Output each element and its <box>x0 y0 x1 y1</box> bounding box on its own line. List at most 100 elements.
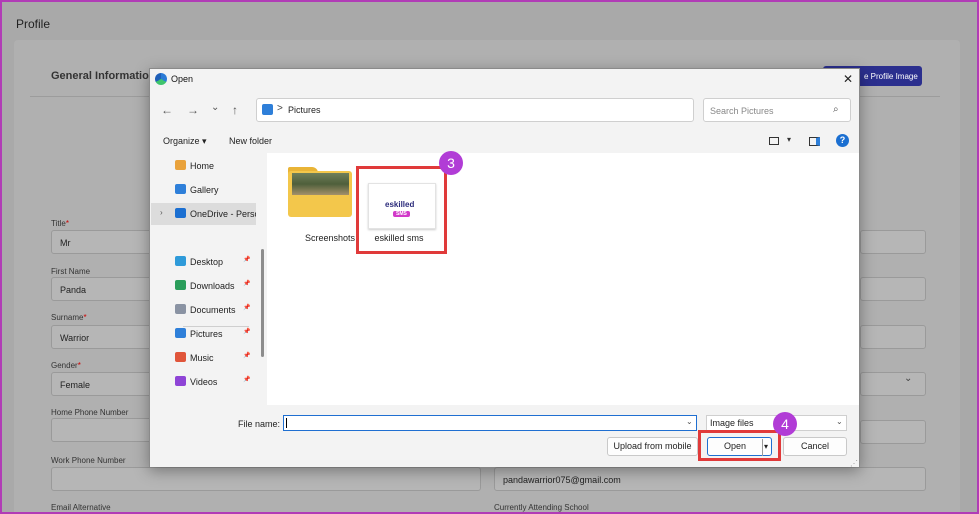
pin-icon: 📌 <box>243 377 251 383</box>
pin-icon: 📌 <box>243 329 251 335</box>
dialog-titlebar: Open ✕ <box>150 69 859 91</box>
edge-browser-icon <box>155 73 167 85</box>
section-title: General Information <box>51 70 156 82</box>
recent-locations-chevron-icon[interactable]: ⌄ <box>211 102 219 113</box>
logo-badge: SMS <box>393 211 410 217</box>
sidebar-item-gallery[interactable]: Gallery <box>151 179 256 201</box>
search-input[interactable]: Search Pictures <box>703 98 851 122</box>
preview-pane-icon[interactable] <box>809 137 820 146</box>
home-phone-label: Home Phone Number <box>51 408 129 417</box>
step-badge: 4 <box>773 412 797 436</box>
chevron-right-icon[interactable]: › <box>160 208 163 217</box>
sidebar-item-desktop[interactable]: Desktop 📌 <box>151 251 256 273</box>
open-label: Open <box>724 441 747 451</box>
first-name-field[interactable]: Panda <box>51 277 161 301</box>
file-name-input[interactable]: ⌄ <box>283 415 697 431</box>
dialog-title: Open <box>171 74 194 84</box>
organize-menu[interactable]: Organize ▾ <box>163 136 207 147</box>
title-field[interactable]: Mr <box>51 230 161 254</box>
navigation-pane: Home Gallery › OneDrive - Perso Desktop 📌 Down… <box>151 153 264 405</box>
logo-text: eskilled <box>385 200 415 209</box>
text-caret <box>286 418 287 428</box>
resize-grip-icon[interactable]: ⋰ <box>850 459 858 468</box>
open-file-dialog: Open ✕ ← → ⌄ ↑ > Pictures ⌄ ↻ Search Pic… <box>149 68 860 468</box>
sidebar-item-label: Documents <box>190 305 236 315</box>
chevron-down-icon[interactable]: ▾ <box>787 135 791 144</box>
sidebar-item-label: Pictures <box>190 329 223 339</box>
sidebar-item-home[interactable]: Home <box>151 155 256 177</box>
sidebar-item-label: Music <box>190 353 214 363</box>
cancel-button[interactable]: Cancel <box>783 437 847 456</box>
home-phone-field[interactable] <box>51 418 161 442</box>
pin-icon: 📌 <box>243 281 251 287</box>
cloud-icon <box>175 208 186 218</box>
file-label: eskilled sms <box>374 233 424 243</box>
sidebar-item-downloads[interactable]: Downloads 📌 <box>151 275 256 297</box>
divider <box>183 326 249 327</box>
sidebar-item-videos[interactable]: Videos 📌 <box>151 371 256 393</box>
file-name-label: File name: <box>238 419 281 429</box>
gender-select[interactable]: Female <box>51 372 161 396</box>
view-icon[interactable] <box>769 137 779 145</box>
image-thumbnail: eskilled SMS <box>368 183 436 229</box>
chevron-down-icon[interactable]: ▾ <box>762 439 772 456</box>
first-name-label: First Name <box>51 267 91 276</box>
surname-field[interactable]: Warrior <box>51 325 161 349</box>
gender-label: Gender* <box>51 361 81 370</box>
pin-icon: 📌 <box>243 305 251 311</box>
email-field[interactable]: pandawarrior075@gmail.com <box>494 467 926 491</box>
right-field-3[interactable] <box>860 325 926 349</box>
gallery-icon <box>175 184 186 194</box>
right-field-1[interactable] <box>860 230 926 254</box>
folder-icon <box>288 167 352 217</box>
forward-arrow-icon[interactable]: → <box>187 103 199 117</box>
desktop-icon <box>175 256 186 266</box>
up-arrow-icon[interactable]: ↑ <box>232 103 238 117</box>
video-icon <box>175 376 186 386</box>
sidebar-item-label: Desktop <box>190 257 224 267</box>
upload-from-mobile-button[interactable]: Upload from mobile <box>607 437 698 456</box>
breadcrumb[interactable]: Pictures <box>288 105 321 115</box>
dialog-footer: File name: ⌄ Image files ⌄ Upload from m… <box>150 405 859 467</box>
pin-icon: 📌 <box>243 353 251 359</box>
pictures-icon <box>262 104 273 115</box>
breadcrumb-separator: > <box>277 103 283 114</box>
scrollbar[interactable] <box>261 249 264 357</box>
email-alternative-label: Email Alternative <box>51 503 111 512</box>
help-icon[interactable]: ? <box>836 134 849 147</box>
right-field-2[interactable] <box>860 277 926 301</box>
sidebar-item-onedrive[interactable]: › OneDrive - Perso <box>151 203 256 225</box>
work-phone-field[interactable] <box>51 467 481 491</box>
dialog-toolbar: Organize ▾ New folder ▾ ? <box>150 131 859 153</box>
pin-icon: 📌 <box>243 257 251 263</box>
sidebar-item-label: Videos <box>190 377 218 387</box>
close-icon[interactable]: ✕ <box>843 72 853 86</box>
pictures-icon <box>175 328 186 338</box>
right-select[interactable] <box>860 372 926 396</box>
surname-label: Surname* <box>51 313 87 322</box>
sidebar-item-label: OneDrive - Perso <box>190 209 256 219</box>
folder-screenshots[interactable]: Screenshots <box>283 167 363 247</box>
file-list: Screenshots eskilled sms <box>267 153 859 405</box>
address-bar[interactable]: > Pictures ⌄ ↻ <box>256 98 786 122</box>
chevron-down-icon: ⌄ <box>836 417 843 426</box>
search-icon: ⌕ <box>833 104 839 115</box>
sidebar-item-label: Home <box>190 161 215 171</box>
school-label: Currently Attending School <box>494 503 589 512</box>
right-field-4[interactable] <box>860 420 926 444</box>
home-icon <box>175 160 186 170</box>
back-arrow-icon[interactable]: ← <box>161 103 173 117</box>
sidebar-item-label: Gallery <box>190 185 219 195</box>
step-badge: 3 <box>439 151 463 175</box>
file-label: Screenshots <box>304 233 356 243</box>
download-icon <box>175 280 186 290</box>
sidebar-item-documents[interactable]: Documents 📌 <box>151 299 256 321</box>
file-type-value: Image files <box>710 418 754 428</box>
page-title: Profile <box>16 17 51 31</box>
sidebar-item-music[interactable]: Music 📌 <box>151 347 256 369</box>
chevron-down-icon[interactable]: ⌄ <box>686 417 693 426</box>
document-icon <box>175 304 186 314</box>
new-folder-button[interactable]: New folder <box>229 136 272 146</box>
chevron-down-icon: ⌄ <box>904 373 913 384</box>
title-label: Title* <box>51 219 69 228</box>
